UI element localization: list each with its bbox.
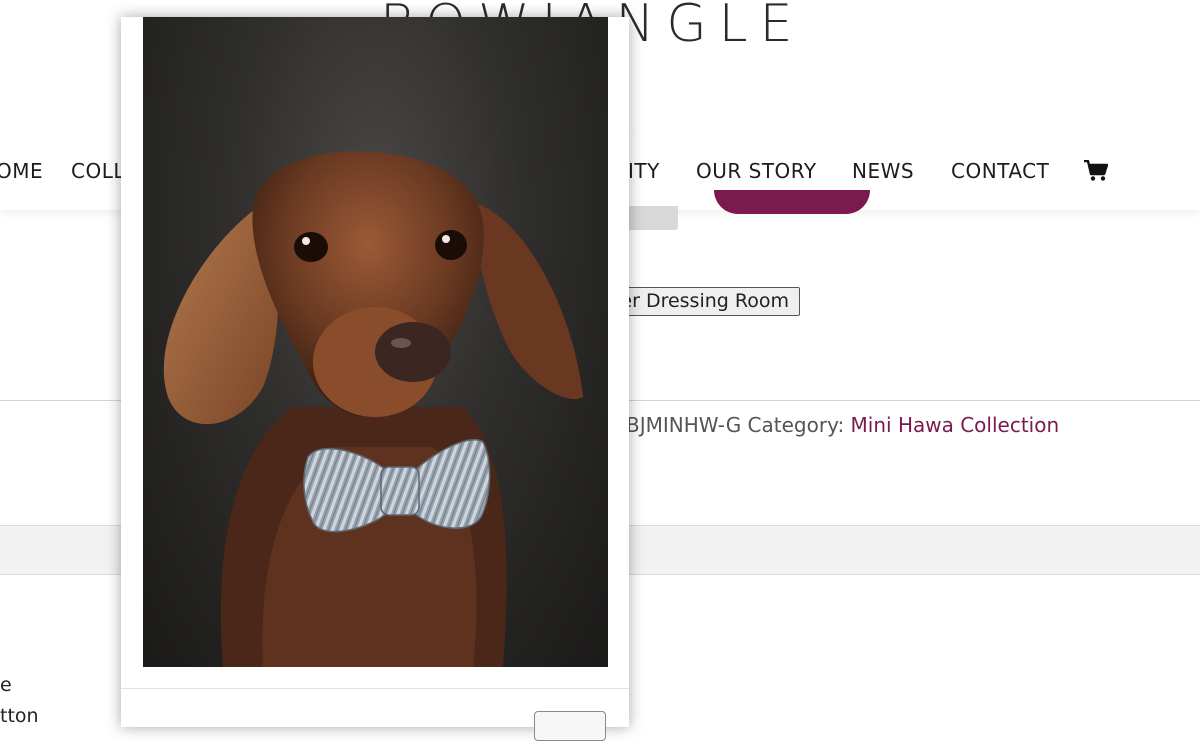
modal-close-button[interactable] — [534, 711, 606, 741]
body-text-fragment: e — [0, 674, 12, 696]
dachshund-with-bowtie-photo — [143, 17, 608, 667]
category-link[interactable]: Mini Hawa Collection — [851, 413, 1060, 437]
nav-item-our-story[interactable]: OUR STORY — [696, 159, 817, 183]
nav-item-home[interactable]: OME — [0, 159, 43, 183]
body-text-fragment: tton — [0, 705, 39, 727]
nav-item-collections[interactable]: COLL — [71, 159, 125, 183]
add-to-cart-button[interactable] — [714, 190, 870, 214]
dachshund-illustration — [163, 151, 583, 667]
product-meta: BJMINHW-G Category: Mini Hawa Collection — [626, 413, 1059, 437]
nav-item-news[interactable]: NEWS — [852, 159, 914, 183]
shopping-cart-icon[interactable] — [1084, 160, 1108, 182]
image-lightbox-modal — [121, 17, 629, 741]
nav-item-contact[interactable]: CONTACT — [951, 159, 1049, 183]
modal-footer-divider — [121, 688, 629, 689]
category-label: Category: — [747, 413, 845, 437]
sku-value: BJMINHW-G — [626, 413, 742, 437]
dressing-room-button[interactable]: er Dressing Room — [600, 287, 800, 316]
nav-item-community[interactable]: ITY — [628, 159, 660, 183]
